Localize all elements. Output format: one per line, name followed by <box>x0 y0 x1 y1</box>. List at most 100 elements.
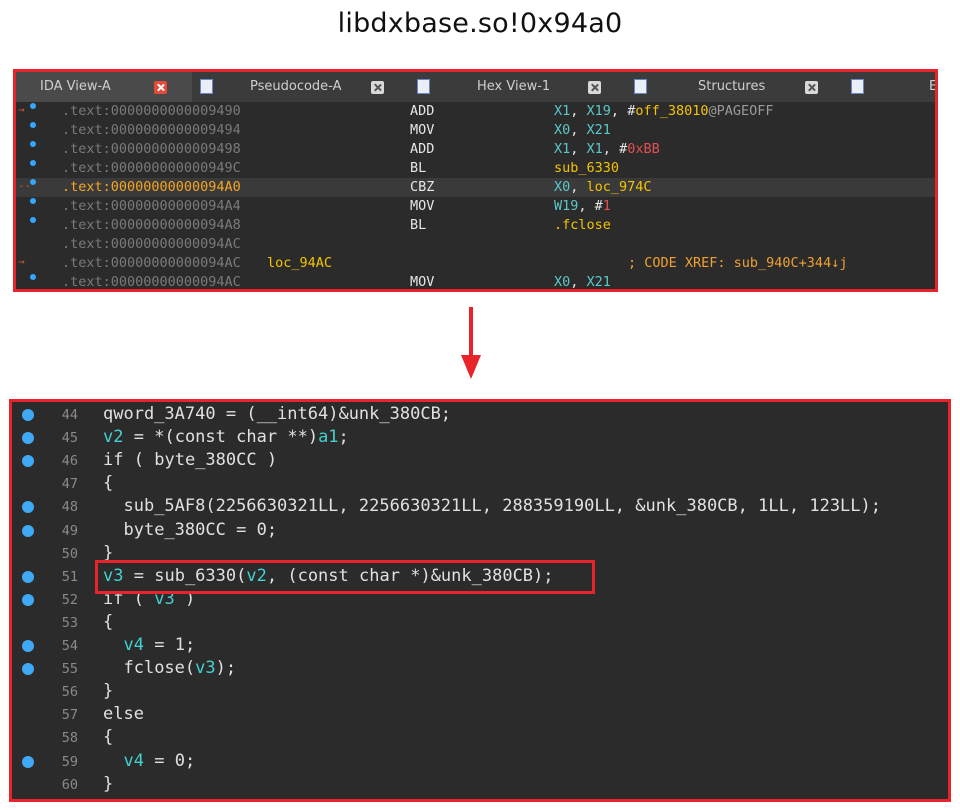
disasm-row[interactable]: .text:00000000000094A8 BL .fclose <box>16 216 935 235</box>
breakpoint-dot-icon[interactable] <box>22 524 34 537</box>
breakpoint-dot-icon[interactable] <box>30 141 36 147</box>
pseudocode-line[interactable]: 57 else <box>12 704 948 727</box>
flow-arrow-icon: → <box>18 103 25 116</box>
breakpoint-dot-icon[interactable] <box>30 274 36 280</box>
tab-label: Structures <box>698 79 766 94</box>
line-number: 57 <box>61 707 78 724</box>
line-number: 54 <box>61 638 78 654</box>
breakpoint-dot-icon[interactable] <box>22 409 34 421</box>
line-number: 60 <box>61 776 78 793</box>
breakpoint-dot-icon[interactable] <box>30 160 36 166</box>
line-number: 52 <box>61 591 78 608</box>
address-text: .text:0000000000009494 <box>62 122 241 138</box>
address-text: .text:00000000000094A4 <box>62 198 241 214</box>
address-text: .text:00000000000094AC <box>62 255 241 271</box>
tab-label: Hex View-1 <box>477 79 551 94</box>
disasm-row[interactable]: → .text:0000000000009490 ADD X1, X19, #off_… <box>16 102 935 121</box>
breakpoint-dot-icon[interactable] <box>22 501 34 514</box>
pseudocode-line[interactable]: 44 qword_3A740 = (__int64)&unk_380CB; <box>12 404 948 427</box>
line-number: 59 <box>61 753 78 770</box>
disasm-row[interactable]: .text:0000000000009498 ADD X1, X1, #0xBB <box>16 140 935 159</box>
breakpoint-dot-icon[interactable] <box>22 663 34 676</box>
pseudocode-line[interactable]: 49 byte_380CC = 0; <box>12 520 948 543</box>
operands-text: X0, X21 <box>554 274 611 290</box>
pseudocode-line[interactable]: 54 v4 = 1; <box>12 635 948 658</box>
breakpoint-dot-icon[interactable] <box>22 755 34 768</box>
pseudocode-line[interactable]: 60} <box>12 774 948 797</box>
code-text: v4 = 0; <box>123 750 196 771</box>
disasm-row[interactable]: → .text:00000000000094AC loc_94AC ; CODE XR… <box>16 254 935 273</box>
breakpoint-dot-icon[interactable] <box>22 570 34 583</box>
code-text: else <box>103 704 144 725</box>
line-number: 44 <box>61 407 78 423</box>
breakpoint-dot-icon[interactable] <box>30 103 36 109</box>
code-text: qword_3A740 = (__int64)&unk_380CB; <box>103 404 452 424</box>
pseudocode-line[interactable]: 48 sub_5AF8(2256630321LL, 2256630321LL, … <box>12 496 948 519</box>
hex-view-icon <box>417 79 430 94</box>
mnemonic-text: CBZ <box>410 179 435 195</box>
line-number: 53 <box>61 614 78 631</box>
disasm-row[interactable]: .text:0000000000009494 MOV X0, X21 <box>16 121 935 140</box>
line-number: 47 <box>61 476 78 493</box>
disasm-row[interactable]: .text:00000000000094AC <box>16 235 935 254</box>
disasm-row[interactable]: .text:000000000000949C BL sub_6330 <box>16 159 935 178</box>
highlight-box <box>95 560 595 594</box>
mnemonic-text: MOV <box>410 198 435 214</box>
pseudocode-line[interactable]: 58 { <box>12 727 948 750</box>
breakpoint-dot-icon[interactable] <box>22 455 34 468</box>
code-text: { <box>103 727 114 748</box>
address-text: .text:00000000000094AC <box>62 274 241 290</box>
line-number: 48 <box>61 499 78 516</box>
breakpoint-dot-icon[interactable] <box>22 640 34 652</box>
pseudocode-line[interactable]: 53 { <box>12 612 948 635</box>
connector-arrow-line <box>469 307 473 359</box>
code-text: fclose(v3); <box>123 658 237 679</box>
disasm-row[interactable]: -- .text:00000000000094A0 CBZ X0, loc_974C <box>16 178 935 197</box>
address-text: .text:000000000000949C <box>62 160 241 176</box>
address-text: .text:00000000000094A8 <box>62 217 241 233</box>
enums-icon <box>851 79 864 94</box>
disasm-row[interactable]: .text:00000000000094AC MOV X0, X21 <box>16 273 935 290</box>
pseudocode-line[interactable]: 45 v2 = *(const char **)a1; <box>12 427 948 450</box>
line-number: 58 <box>61 730 78 747</box>
address-text: .text:00000000000094AC <box>62 236 241 252</box>
mnemonic-text: MOV <box>410 122 435 138</box>
flow-arrow-icon: → <box>18 255 25 268</box>
mnemonic-text: ADD <box>410 141 435 157</box>
code-label[interactable]: loc_94AC <box>267 255 332 271</box>
tab-pseudocode-a[interactable]: Pseudocode-A <box>194 72 409 102</box>
tab-ida-view-a[interactable]: IDA View-A <box>16 72 192 102</box>
code-text: sub_5AF8(2256630321LL, 2256630321LL, 288… <box>123 496 881 517</box>
breakpoint-dot-icon[interactable] <box>30 198 36 204</box>
close-tab-icon[interactable] <box>154 81 167 94</box>
mnemonic-text: MOV <box>410 274 435 290</box>
breakpoint-dot-icon[interactable] <box>30 122 36 128</box>
line-number: 51 <box>61 568 78 585</box>
tab-structures[interactable]: Structures <box>628 72 843 102</box>
pseudocode-line[interactable]: 47 { <box>12 473 948 496</box>
line-number: 55 <box>61 661 78 678</box>
pseudocode-line[interactable]: 56} <box>12 681 948 704</box>
breakpoint-dot-icon[interactable] <box>22 432 34 445</box>
tab-hex-view-1[interactable]: Hex View-1 <box>411 72 626 102</box>
pseudocode-line[interactable]: 59 v4 = 0; <box>12 751 948 774</box>
pseudocode-line[interactable]: 46 if ( byte_380CC ) <box>12 450 948 473</box>
pseudocode-line[interactable]: 55 fclose(v3); <box>12 658 948 681</box>
line-number: 49 <box>61 522 78 539</box>
mnemonic-text: BL <box>410 160 427 176</box>
line-number: 56 <box>61 684 78 701</box>
breakpoint-dot-icon[interactable] <box>30 217 36 223</box>
address-text: .text:0000000000009490 <box>62 103 241 119</box>
disasm-row[interactable]: .text:00000000000094A4 MOV W19, #1 <box>16 197 935 216</box>
code-text: } <box>103 773 114 794</box>
code-text: v4 = 1; <box>123 635 196 655</box>
code-text: { <box>103 473 114 494</box>
breakpoint-dot-icon[interactable] <box>22 593 34 606</box>
code-text: if ( byte_380CC ) <box>103 450 278 471</box>
tab-e[interactable]: E <box>845 72 935 102</box>
page-title: libdxbase.so!0x94a0 <box>337 8 623 39</box>
close-tab-icon[interactable] <box>805 81 818 94</box>
close-tab-icon[interactable] <box>371 81 384 94</box>
close-tab-icon[interactable] <box>588 81 601 94</box>
operands-text: X0, loc_974C <box>554 179 652 195</box>
